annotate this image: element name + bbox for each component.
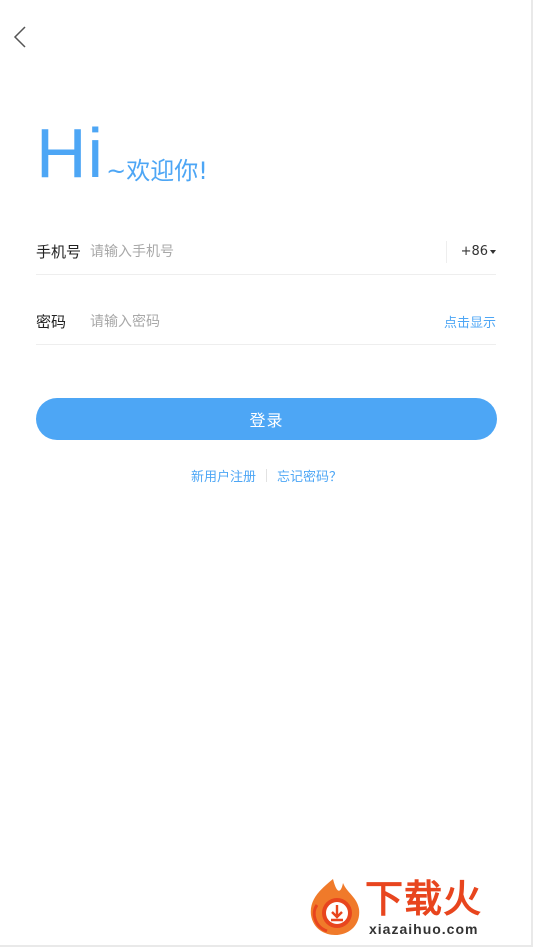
country-code: +86	[460, 244, 488, 259]
show-password-button[interactable]: 点击显示	[444, 312, 496, 331]
password-label: 密码	[36, 313, 67, 331]
greeting-hi: Hi	[36, 114, 105, 192]
auth-links: 新用户注册 忘记密码？	[0, 466, 533, 485]
password-row: 密码 点击显示	[36, 299, 496, 345]
caret-down-icon	[490, 250, 496, 254]
chevron-left-icon	[13, 26, 26, 48]
password-input[interactable]	[90, 299, 444, 344]
country-code-selector[interactable]: +86	[445, 240, 496, 263]
watermark-url: xiazaihuo.com	[369, 921, 479, 937]
phone-row: 手机号 +86	[36, 229, 496, 275]
login-button[interactable]: 登录	[36, 398, 497, 440]
greeting: Hi ~欢迎你!	[36, 118, 208, 188]
phone-label: 手机号	[36, 243, 82, 261]
watermark-title: 下载火	[365, 877, 483, 921]
forgot-password-link[interactable]: 忘记密码？	[277, 466, 342, 485]
register-link[interactable]: 新用户注册	[191, 466, 256, 485]
greeting-welcome: ~欢迎你!	[106, 157, 208, 185]
phone-input[interactable]	[90, 229, 446, 274]
flame-download-logo	[310, 879, 360, 935]
login-screen: Hi ~欢迎你! 手机号 +86 密码 点击显示 登录 新用户注册 忘记密码？ …	[0, 0, 533, 947]
watermark: 下载火 xiazaihuo.com	[303, 875, 523, 941]
back-button[interactable]	[6, 22, 34, 52]
link-divider	[266, 469, 267, 482]
